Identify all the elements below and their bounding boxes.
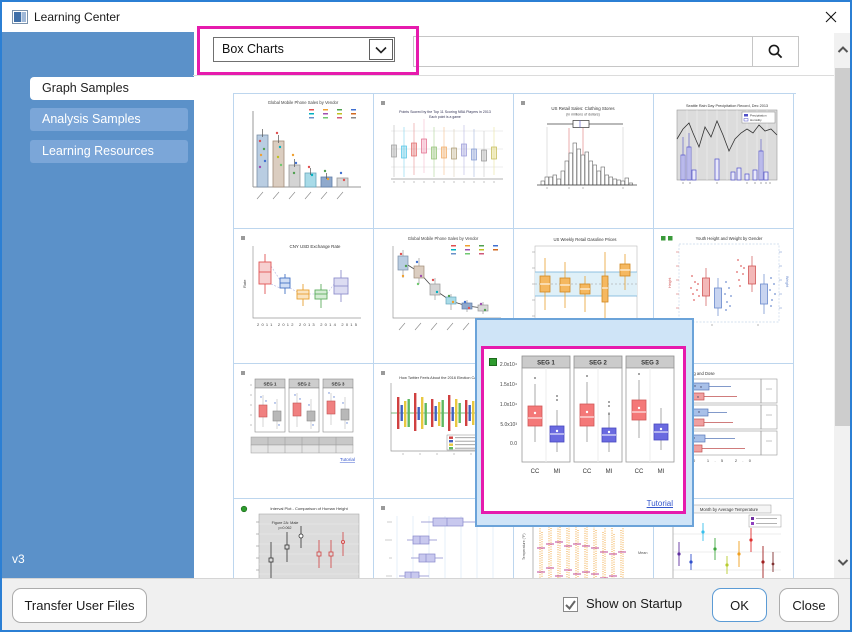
svg-text:MI: MI <box>554 469 561 475</box>
category-dropdown-value: Box Charts <box>222 38 284 61</box>
app-icon <box>12 9 28 25</box>
svg-text:MI: MI <box>658 469 665 475</box>
sidebar-item-analysis-samples[interactable]: Analysis Samples <box>30 108 188 131</box>
sidebar-item-label: Analysis Samples <box>42 112 141 126</box>
svg-text:MI: MI <box>606 469 613 475</box>
toolbar-separator <box>193 75 836 76</box>
svg-text:2011 2012 2013 2014 2015: 2011 2012 2013 2014 2015 <box>257 322 358 327</box>
sidebar-item-learning-resources[interactable]: Learning Resources <box>30 140 188 163</box>
svg-text:Height: Height <box>668 278 672 288</box>
sample-thumbnail-9[interactable]: SEG 1 SEG 2 <box>234 364 374 499</box>
svg-text:0.0: 0.0 <box>510 441 517 447</box>
svg-text:Temperature (°F): Temperature (°F) <box>522 534 526 561</box>
sample-thumbnail-5[interactable]: CNY USD Exchange Rate Rate 2011 2012 201… <box>234 229 374 364</box>
preview-card[interactable]: 2.0x10⁴ 1.5x10⁴ 1.0x10⁴ 5.0x10³ 0.0 SEG … <box>481 346 686 514</box>
svg-text:Global Mobile Phone Sales by V: Global Mobile Phone Sales by Vendor <box>268 100 339 105</box>
thumb-chart-bars-points: Global Mobile Phone Sales by Vendor <box>237 97 369 224</box>
search-icon[interactable] <box>752 37 798 66</box>
svg-text:1.0x10⁴: 1.0x10⁴ <box>500 402 517 408</box>
search-input[interactable] <box>414 37 752 66</box>
version-label: v3 <box>12 552 25 566</box>
svg-text:5.0x10³: 5.0x10³ <box>500 422 517 428</box>
search-box <box>413 36 799 67</box>
svg-text:SEG 1: SEG 1 <box>537 361 555 367</box>
sample-preview-popup: 2.0x10⁴ 1.5x10⁴ 1.0x10⁴ 5.0x10³ 0.0 SEG … <box>475 318 694 527</box>
scroll-down-icon[interactable] <box>834 553 851 570</box>
sidebar-item-graph-samples[interactable]: Graph Samples <box>30 77 194 100</box>
window-title: Learning Center <box>34 2 120 32</box>
svg-text:Weight: Weight <box>785 276 789 287</box>
preview-seg-chart: 2.0x10⁴ 1.5x10⁴ 1.0x10⁴ 5.0x10³ 0.0 SEG … <box>485 350 682 490</box>
scroll-up-icon[interactable] <box>834 41 851 58</box>
svg-text:p=0.062: p=0.062 <box>278 526 291 530</box>
svg-text:Humidity: Humidity <box>750 118 762 122</box>
sample-thumbnail-3[interactable]: US Retail Sales: Clothing Stores (in mil… <box>514 94 654 229</box>
svg-text:Youth Height and Weight by Gen: Youth Height and Weight by Gender <box>696 236 763 241</box>
close-button[interactable]: Close <box>779 588 839 622</box>
svg-text:SEG 2: SEG 2 <box>589 361 607 367</box>
thumb-chart-interval: Interval Plot - Comparison of Human Heig… <box>237 502 369 579</box>
show-on-startup-checkbox[interactable] <box>563 597 578 612</box>
check-icon <box>564 598 577 611</box>
svg-text:US Weekly Retail Gasoline Pric: US Weekly Retail Gasoline Prices <box>554 237 617 242</box>
svg-text:Each point is a game: Each point is a game <box>429 115 461 119</box>
svg-text:CC: CC <box>583 469 592 475</box>
svg-text:CNY USD Exchange Rate: CNY USD Exchange Rate <box>290 244 341 249</box>
svg-text:1.5x10⁴: 1.5x10⁴ <box>500 382 517 388</box>
svg-text:Points Scored by the Top 11 Sc: Points Scored by the Top 11 Scoring NBA … <box>399 110 491 114</box>
svg-text:SEG 3: SEG 3 <box>332 382 345 387</box>
svg-text:Tutorial: Tutorial <box>340 457 355 462</box>
svg-text:Global Mobile Phone Sales by V: Global Mobile Phone Sales by Vendor <box>408 236 479 241</box>
thumb-chart-rain: Seattle Rain Day Precipitation Record, D… <box>657 97 789 224</box>
sample-thumbnail-13[interactable]: Interval Plot - Comparison of Human Heig… <box>234 499 374 579</box>
svg-text:Interval Plot - Comparison of: Interval Plot - Comparison of Human Heig… <box>270 506 348 511</box>
svg-text:US Retail Sales: Clothing Stor: US Retail Sales: Clothing Stores <box>551 106 615 111</box>
show-on-startup-label: Show on Startup <box>586 596 682 611</box>
sidebar-item-label: Graph Samples <box>42 81 129 95</box>
svg-text:Figure 2A: Male: Figure 2A: Male <box>272 521 299 525</box>
sample-thumbnail-2[interactable]: Points Scored by the Top 11 Scoring NBA … <box>374 94 514 229</box>
learning-center-dialog: Learning Center Graph Samples Analysis S… <box>0 0 852 632</box>
footer-bar: Transfer User Files Show on Startup OK C… <box>2 578 850 630</box>
close-icon[interactable] <box>818 4 844 30</box>
svg-text:Rate: Rate <box>242 279 247 288</box>
vertical-scrollbar[interactable] <box>834 33 851 578</box>
svg-text:Month by Average Temperature: Month by Average Temperature <box>700 507 759 512</box>
svg-text:CC: CC <box>531 469 540 475</box>
title-bar: Learning Center <box>2 2 850 32</box>
sample-thumbnail-1[interactable]: Global Mobile Phone Sales by Vendor <box>234 94 374 229</box>
svg-text:CC: CC <box>635 469 644 475</box>
svg-text:2.0x10⁴: 2.0x10⁴ <box>500 362 517 368</box>
tutorial-link[interactable]: Tutorial <box>647 499 673 508</box>
sample-thumbnail-4[interactable]: Seattle Rain Day Precipitation Record, D… <box>654 94 794 229</box>
svg-text:SEG 1: SEG 1 <box>264 382 277 387</box>
svg-text:SEG 3: SEG 3 <box>641 361 659 367</box>
thumb-chart-histogram: US Retail Sales: Clothing Stores (in mil… <box>517 97 649 224</box>
thumb-chart-cny: CNY USD Exchange Rate Rate 2011 2012 201… <box>237 232 369 359</box>
svg-text:Precipitation: Precipitation <box>750 114 767 118</box>
category-dropdown[interactable]: Box Charts <box>213 37 395 62</box>
sidebar-item-label: Learning Resources <box>42 144 154 158</box>
chevron-down-icon[interactable] <box>369 39 393 60</box>
thumb-chart-seg-table: SEG 1 SEG 2 <box>237 367 369 494</box>
sidebar: Graph Samples Analysis Samples Learning … <box>2 32 194 578</box>
thumb-chart-nba: Points Scored by the Top 11 Scoring NBA … <box>377 97 509 224</box>
svg-text:(in millions of dollars): (in millions of dollars) <box>566 113 600 117</box>
svg-text:SEG 2: SEG 2 <box>298 382 311 387</box>
ok-button[interactable]: OK <box>712 588 767 622</box>
svg-text:Mean: Mean <box>638 551 648 555</box>
transfer-user-files-button[interactable]: Transfer User Files <box>12 588 147 623</box>
scrollbar-thumb[interactable] <box>835 68 850 426</box>
svg-text:Seattle Rain Day Precipitation: Seattle Rain Day Precipitation Record, D… <box>686 104 768 108</box>
